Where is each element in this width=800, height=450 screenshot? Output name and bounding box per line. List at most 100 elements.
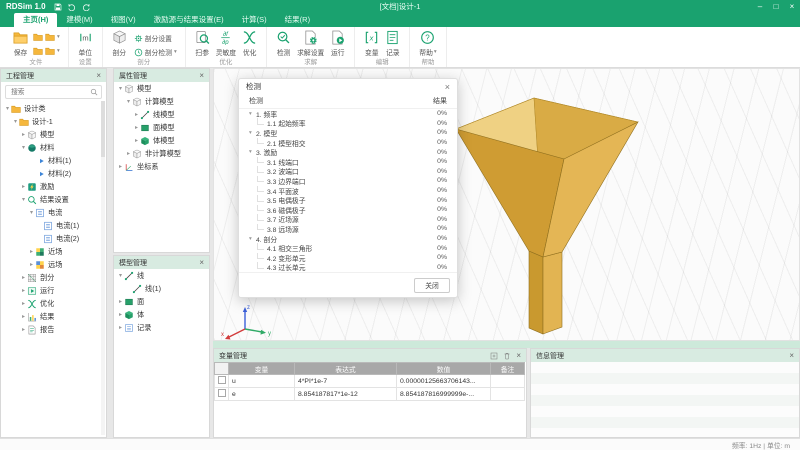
menu-tab-1[interactable]: 建模(M) xyxy=(57,13,101,27)
expander-icon[interactable]: ▸ xyxy=(125,150,132,157)
project-scrollbar[interactable] xyxy=(101,101,105,435)
redo-icon[interactable] xyxy=(82,3,90,11)
variable-expression[interactable]: 8.854187817*1e-12 xyxy=(295,388,397,401)
check-row[interactable]: 4.3 过长单元0% xyxy=(239,263,457,273)
ribbon-button-运行[interactable]: 运行 xyxy=(330,30,345,57)
ribbon-button-求解设置[interactable]: 求解设置 xyxy=(297,30,324,57)
expander-icon[interactable]: ▸ xyxy=(117,311,124,318)
menu-tab-2[interactable]: 视图(V) xyxy=(102,13,145,27)
close-button[interactable]: × xyxy=(784,0,800,13)
tree-item[interactable]: ▾计算模型 xyxy=(114,95,209,108)
expander-icon[interactable]: ▾ xyxy=(28,209,35,216)
property-panel-close-icon[interactable]: × xyxy=(199,69,204,82)
expander-icon[interactable]: ▸ xyxy=(117,324,124,331)
variable-name[interactable]: e xyxy=(229,388,295,401)
expander-icon[interactable]: ▾ xyxy=(249,236,256,242)
maximize-button[interactable]: □ xyxy=(768,0,784,13)
check-row[interactable]: 3.5 电偶极子0% xyxy=(239,195,457,205)
ribbon-button-剖分[interactable]: 剖分 xyxy=(112,30,127,57)
delete-variable-icon[interactable] xyxy=(503,352,511,360)
ribbon-button-灵敏度[interactable]: ∂f∂p灵敏度 xyxy=(216,30,236,57)
variable-name[interactable]: u xyxy=(229,375,295,388)
expander-icon[interactable]: ▾ xyxy=(4,105,11,112)
folder-icon[interactable] xyxy=(33,32,43,42)
tree-item[interactable]: ▾设计-1 xyxy=(1,115,106,128)
expander-icon[interactable]: ▸ xyxy=(117,298,124,305)
tree-item[interactable]: ▾电流 xyxy=(1,206,106,219)
tree-item[interactable]: 线(1) xyxy=(114,282,209,295)
menu-tab-5[interactable]: 结果(R) xyxy=(276,13,319,27)
check-row[interactable]: 3.4 平面波0% xyxy=(239,186,457,196)
ribbon-button-扫参[interactable]: 扫参 xyxy=(195,30,210,57)
menu-tab-3[interactable]: 激励源与结果设置(E) xyxy=(145,13,233,27)
ribbon-button-保存[interactable]: 保存 xyxy=(13,30,28,57)
expander-icon[interactable]: ▸ xyxy=(117,163,124,170)
tree-item[interactable]: ▸优化 xyxy=(1,297,106,310)
expander-icon[interactable]: ▸ xyxy=(133,111,140,118)
expander-icon[interactable]: ▾ xyxy=(117,272,124,279)
ribbon-button-优化[interactable]: 优化 xyxy=(242,30,257,57)
check-row[interactable]: ▾4. 剖分0% xyxy=(239,234,457,244)
undo-icon[interactable] xyxy=(68,3,76,11)
project-panel-close-icon[interactable]: × xyxy=(96,69,101,82)
variable-expression[interactable]: 4*PI*1e-7 xyxy=(295,375,397,388)
ribbon-button-剖分设置[interactable]: 剖分设置 xyxy=(134,33,177,43)
menu-tab-0[interactable]: 主页(H) xyxy=(14,13,57,27)
save-icon[interactable] xyxy=(54,3,62,11)
expander-icon[interactable]: ▾ xyxy=(20,196,27,203)
expander-icon[interactable]: ▸ xyxy=(20,326,27,333)
tree-item[interactable]: 材料(1) xyxy=(1,154,106,167)
check-dialog-close-icon[interactable]: × xyxy=(445,82,450,92)
variable-note[interactable] xyxy=(491,388,525,401)
tree-item[interactable]: ▸坐标系 xyxy=(114,160,209,173)
expander-icon[interactable]: ▾ xyxy=(249,130,256,136)
tree-item[interactable]: ▾结果设置 xyxy=(1,193,106,206)
info-panel-close-icon[interactable]: × xyxy=(789,349,794,362)
check-row[interactable]: 2.1 模型相交0% xyxy=(239,138,457,148)
expander-icon[interactable]: ▾ xyxy=(12,118,19,125)
check-row[interactable]: 3.2 波端口0% xyxy=(239,167,457,177)
tree-item[interactable]: ▸远场 xyxy=(1,258,106,271)
tree-item[interactable]: ▸面 xyxy=(114,295,209,308)
check-dialog-close-button[interactable]: 关闭 xyxy=(414,278,450,293)
variable-note[interactable] xyxy=(491,375,525,388)
minimize-button[interactable]: – xyxy=(752,0,768,13)
check-row[interactable]: 1.1 起始频率0% xyxy=(239,119,457,129)
check-row[interactable]: 4.1 相交三角形0% xyxy=(239,243,457,253)
tree-item[interactable]: ▸线模型 xyxy=(114,108,209,121)
check-row[interactable]: 3.7 近场源0% xyxy=(239,215,457,225)
tree-item[interactable]: ▾模型 xyxy=(114,82,209,95)
tree-item[interactable]: ▸体模型 xyxy=(114,134,209,147)
expander-icon[interactable]: ▸ xyxy=(28,248,35,255)
project-search[interactable] xyxy=(5,85,102,99)
expander-icon[interactable]: ▸ xyxy=(20,274,27,281)
tree-item[interactable]: 材料(2) xyxy=(1,167,106,180)
folder-icon[interactable] xyxy=(33,46,43,56)
expander-icon[interactable]: ▸ xyxy=(133,137,140,144)
row-checkbox[interactable] xyxy=(218,376,226,384)
check-row[interactable]: ▾3. 激励0% xyxy=(239,147,457,157)
expander-icon[interactable]: ▸ xyxy=(20,300,27,307)
ribbon-button-检测[interactable]: 检测 xyxy=(276,30,291,57)
tree-item[interactable]: ▸体 xyxy=(114,308,209,321)
tree-item[interactable]: ▸激励 xyxy=(1,180,106,193)
ribbon-button-记录[interactable]: 记录 xyxy=(385,30,400,57)
search-input[interactable] xyxy=(9,88,90,97)
tree-item[interactable]: ▸模型 xyxy=(1,128,106,141)
tree-item[interactable]: ▸面模型 xyxy=(114,121,209,134)
check-row[interactable]: 3.6 磁偶极子0% xyxy=(239,205,457,215)
menu-tab-4[interactable]: 计算(S) xyxy=(233,13,276,27)
expander-icon[interactable]: ▾ xyxy=(249,149,256,155)
expander-icon[interactable]: ▾ xyxy=(117,85,124,92)
check-row[interactable]: 3.8 远场源0% xyxy=(239,224,457,234)
tree-item[interactable]: ▾线 xyxy=(114,269,209,282)
folder-icon[interactable] xyxy=(45,32,55,42)
ribbon-button-单位[interactable]: m单位 xyxy=(78,30,93,57)
tree-item[interactable]: ▸结果 xyxy=(1,310,106,323)
tree-item[interactable]: ▸报告 xyxy=(1,323,106,336)
check-row[interactable]: 3.3 边界端口0% xyxy=(239,176,457,186)
expander-icon[interactable]: ▾ xyxy=(249,111,256,117)
expander-icon[interactable]: ▾ xyxy=(125,98,132,105)
tree-item[interactable]: ▸近场 xyxy=(1,245,106,258)
tree-item[interactable]: ▾设计类 xyxy=(1,102,106,115)
